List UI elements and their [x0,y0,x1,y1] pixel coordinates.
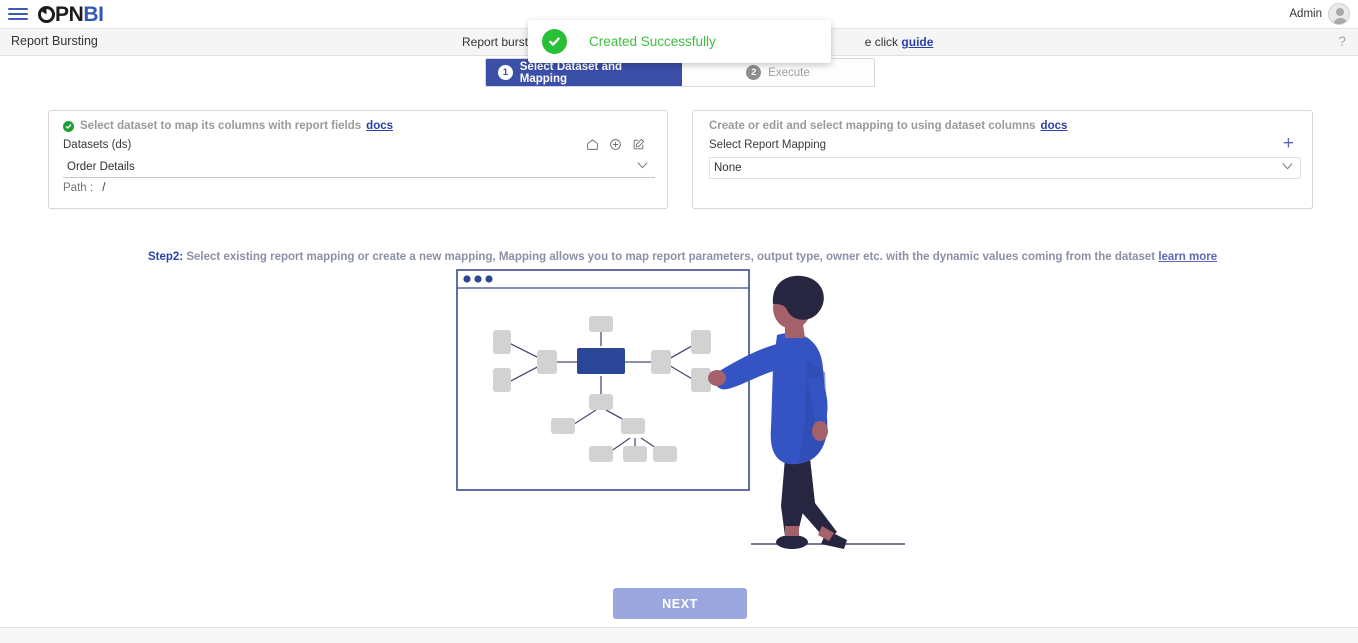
step2-prefix: Step2: [148,251,184,263]
mapping-hint-text: Create or edit and select mapping to usi… [709,120,1036,132]
avatar-head [1336,8,1344,16]
step-number-2: 2 [746,65,762,80]
description-prefix: Report burst [462,35,529,49]
logo-text-dark: PN [55,2,84,26]
step2-instruction: Step2: Select existing report mapping or… [148,251,1217,263]
mapping-field-label: Select Report Mapping [709,139,826,151]
app-logo[interactable]: PN BI [38,4,104,25]
toast-message: Created Successfully [589,34,716,49]
guide-link[interactable]: guide [901,35,933,49]
account-area[interactable]: Admin [1289,3,1350,25]
chevron-down-icon [1282,163,1293,170]
dataset-icon-row [586,138,645,151]
report-mapping-select[interactable]: None [709,157,1301,179]
add-circle-icon[interactable] [609,138,622,151]
home-icon[interactable] [586,138,599,151]
description-suffix: e click [864,35,902,49]
tab-select-dataset-and-mapping[interactable]: 1 Select Dataset and Mapping [486,59,682,86]
toast-notification[interactable]: Created Successfully [528,20,831,63]
hamburger-menu-icon[interactable] [8,8,30,20]
check-circle-small-icon [63,120,74,132]
step2-text: Select existing report mapping or create… [186,251,1156,263]
step-number-1: 1 [498,65,513,80]
avatar-body [1332,17,1348,24]
admin-label: Admin [1289,8,1322,20]
dataset-card-hint: Select dataset to map its columns with r… [63,120,393,132]
datasets-field-label: Datasets (ds) [63,139,132,151]
pie-chart-icon [38,5,55,23]
dataset-selection-card: Select dataset to map its columns with r… [48,110,668,209]
check-circle-icon [542,29,567,54]
step-label-2: Execute [768,66,810,79]
report-mapping-card: Create or edit and select mapping to usi… [692,110,1313,209]
hamburger-line [8,18,28,20]
mapping-docs-link[interactable]: docs [1041,120,1068,132]
next-button[interactable]: NEXT [613,588,747,619]
logo-text-blue: BI [83,2,104,26]
hamburger-line [8,13,28,15]
mapping-card-hint: Create or edit and select mapping to usi… [709,120,1067,132]
hamburger-line [8,8,28,10]
help-icon[interactable]: ? [1338,33,1346,49]
path-label: Path : [63,182,94,194]
dataset-select[interactable]: Order Details [63,157,655,178]
dataset-hint-text: Select dataset to map its columns with r… [80,120,362,132]
add-mapping-icon[interactable]: + [1283,134,1294,153]
page-title: Report Bursting [11,34,98,48]
mapping-diagram-illustration [455,268,915,560]
path-value: / [102,182,106,194]
dataset-selected-value: Order Details [67,161,135,173]
dataset-docs-link[interactable]: docs [366,120,393,132]
dataset-path: Path : / [63,182,105,194]
chevron-down-icon [637,162,648,169]
learn-more-link[interactable]: learn more [1158,251,1217,263]
user-avatar-icon[interactable] [1328,3,1350,25]
tab-execute[interactable]: 2 Execute [682,59,874,86]
page-root: PN BI Admin Report Bursting Report burst… [0,0,1358,643]
footer-bar [0,627,1358,643]
step-label-1: Select Dataset and Mapping [519,60,623,85]
mapping-selected-value: None [714,162,742,174]
edit-square-icon[interactable] [632,138,645,151]
